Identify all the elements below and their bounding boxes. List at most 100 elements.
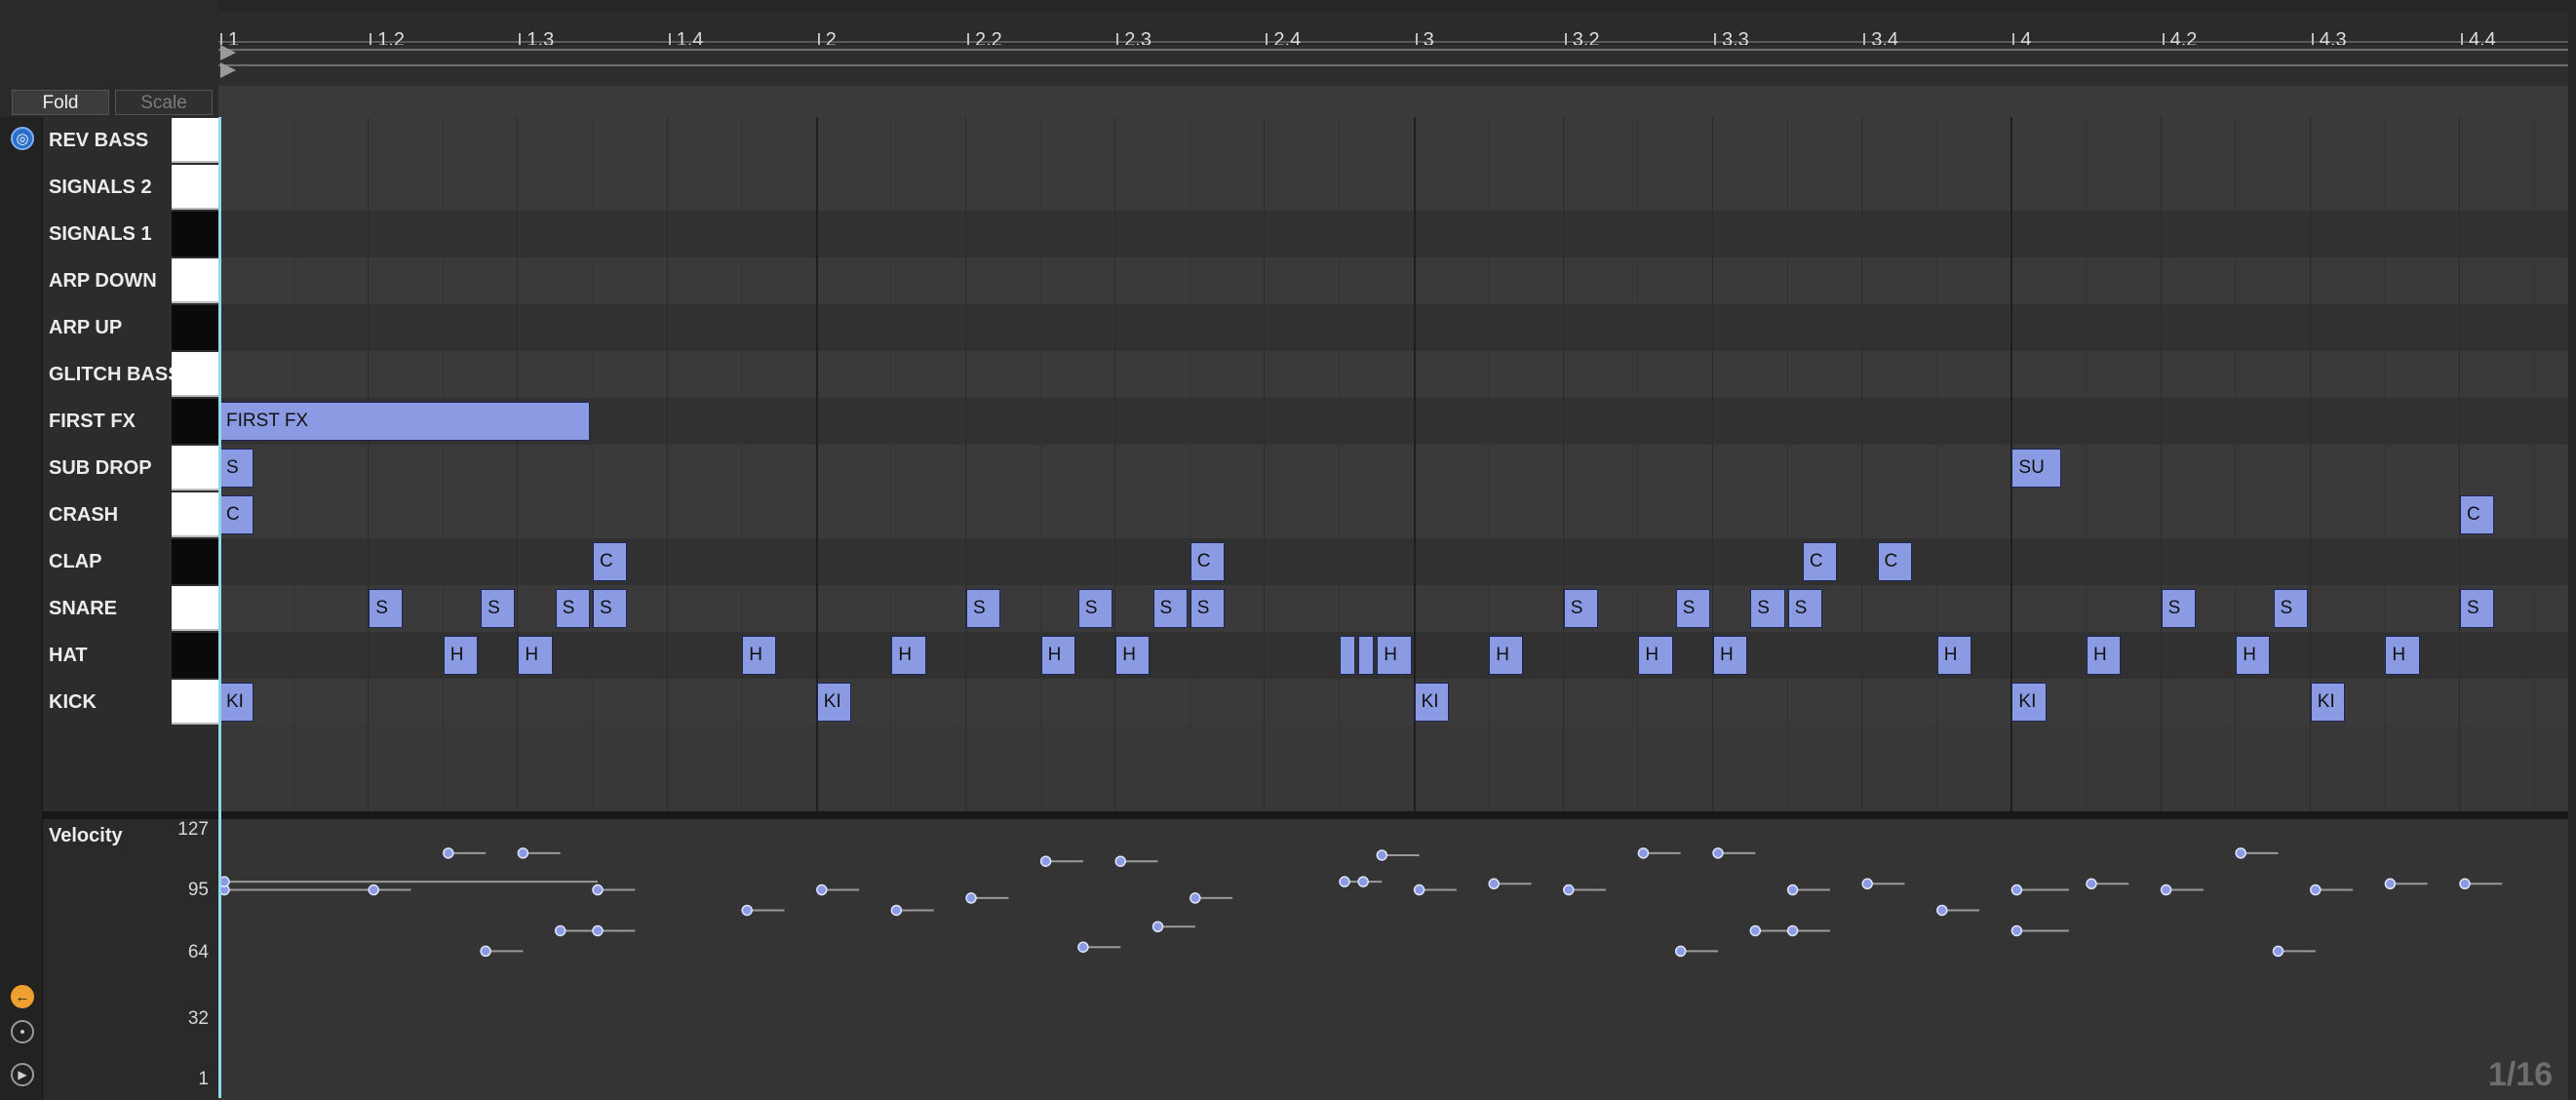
velocity-marker[interactable] xyxy=(741,904,753,917)
velocity-marker[interactable] xyxy=(517,847,529,859)
midi-note[interactable]: C xyxy=(1802,542,1838,581)
headphones-preview-icon[interactable]: ◎ xyxy=(11,127,34,150)
piano-key[interactable] xyxy=(172,492,218,537)
midi-note[interactable]: C xyxy=(2460,495,2495,534)
velocity-marker[interactable] xyxy=(1674,945,1687,958)
midi-note[interactable]: S xyxy=(1563,589,1599,628)
velocity-marker[interactable] xyxy=(1077,941,1089,953)
midi-note[interactable]: KI xyxy=(2310,683,2346,722)
midi-note[interactable]: S xyxy=(369,589,404,628)
midi-note[interactable]: KI xyxy=(219,683,254,722)
velocity-marker[interactable] xyxy=(1786,924,1799,937)
velocity-marker[interactable] xyxy=(1637,847,1650,859)
midi-note[interactable]: H xyxy=(2385,636,2420,675)
velocity-marker[interactable] xyxy=(1749,924,1762,937)
midi-note[interactable]: H xyxy=(1638,636,1673,675)
midi-note[interactable]: H xyxy=(891,636,926,675)
midi-note[interactable]: S xyxy=(1077,589,1113,628)
velocity-marker[interactable] xyxy=(2310,884,2322,896)
midi-note[interactable]: KI xyxy=(1414,683,1449,722)
velocity-marker[interactable] xyxy=(592,884,604,896)
midi-note[interactable]: H xyxy=(1936,636,1972,675)
velocity-marker[interactable] xyxy=(2459,878,2471,890)
velocity-marker[interactable] xyxy=(1936,904,1948,917)
piano-key[interactable] xyxy=(172,633,218,678)
velocity-splitter[interactable] xyxy=(43,811,2568,819)
midi-note[interactable]: FIRST FX xyxy=(219,402,590,441)
midi-note[interactable]: KI xyxy=(816,683,852,722)
velocity-marker[interactable] xyxy=(2010,924,2023,937)
midi-note[interactable]: H xyxy=(1713,636,1748,675)
velocity-marker[interactable] xyxy=(368,884,379,896)
midi-note[interactable]: S xyxy=(2161,589,2196,628)
midi-note[interactable]: S xyxy=(1787,589,1822,628)
velocity-marker[interactable] xyxy=(2160,884,2172,896)
velocity-marker[interactable] xyxy=(1114,855,1126,867)
piano-key[interactable] xyxy=(172,165,218,210)
velocity-marker[interactable] xyxy=(1357,876,1369,887)
midi-note[interactable]: H xyxy=(2236,636,2271,675)
velocity-marker[interactable] xyxy=(1151,921,1164,933)
velocity-marker[interactable] xyxy=(1861,878,1873,890)
loop-strip[interactable] xyxy=(218,45,2568,86)
midi-note[interactable]: C xyxy=(1877,542,1912,581)
velocity-marker[interactable] xyxy=(2010,884,2023,896)
velocity-marker[interactable] xyxy=(2086,878,2097,890)
play-preview-icon[interactable]: ▶ xyxy=(11,1063,34,1086)
velocity-marker[interactable] xyxy=(890,904,903,917)
scale-button[interactable]: Scale xyxy=(115,90,213,115)
midi-note[interactable]: S xyxy=(1190,589,1226,628)
velocity-marker[interactable] xyxy=(1339,876,1350,887)
midi-note[interactable] xyxy=(1358,636,1375,675)
velocity-marker[interactable] xyxy=(816,884,828,896)
midi-note[interactable]: C xyxy=(593,542,628,581)
midi-note[interactable]: S xyxy=(481,589,516,628)
grid-resolution[interactable]: 1/16 xyxy=(2488,1056,2553,1094)
midi-note[interactable]: KI xyxy=(2011,683,2047,722)
piano-key[interactable] xyxy=(172,212,218,256)
velocity-marker[interactable] xyxy=(443,847,454,859)
velocity-marker[interactable] xyxy=(1563,884,1575,896)
midi-note[interactable]: H xyxy=(1040,636,1075,675)
midi-note[interactable]: S xyxy=(219,449,254,488)
piano-key[interactable] xyxy=(172,399,218,444)
velocity-marker[interactable] xyxy=(1786,884,1799,896)
velocity-marker[interactable] xyxy=(2384,878,2397,890)
velocity-marker[interactable] xyxy=(480,945,491,958)
velocity-marker[interactable] xyxy=(1488,878,1500,890)
velocity-marker[interactable] xyxy=(2235,847,2246,859)
midi-note[interactable]: H xyxy=(518,636,553,675)
midi-note[interactable]: SU xyxy=(2011,449,2061,488)
midi-note[interactable] xyxy=(1340,636,1356,675)
midi-note[interactable]: S xyxy=(2460,589,2495,628)
midi-note[interactable]: H xyxy=(2087,636,2122,675)
piano-key[interactable] xyxy=(172,446,218,491)
midi-note[interactable]: C xyxy=(219,495,254,534)
midi-note[interactable]: S xyxy=(555,589,590,628)
draw-mode-icon[interactable]: • xyxy=(11,1020,34,1043)
loop-start-marker-icon[interactable] xyxy=(220,45,236,60)
piano-key[interactable] xyxy=(172,680,218,725)
velocity-marker[interactable] xyxy=(592,924,604,937)
velocity-marker[interactable] xyxy=(1712,847,1724,859)
piano-key[interactable] xyxy=(172,258,218,303)
velocity-lane[interactable]: 1/16 xyxy=(218,819,2568,1100)
velocity-marker[interactable] xyxy=(554,924,566,937)
midi-note[interactable]: S xyxy=(2273,589,2308,628)
fold-button[interactable]: Fold xyxy=(12,90,109,115)
midi-note[interactable]: S xyxy=(1675,589,1710,628)
midi-note[interactable]: H xyxy=(1115,636,1151,675)
velocity-marker[interactable] xyxy=(1190,892,1201,904)
piano-key[interactable] xyxy=(172,352,218,397)
fold-arrow-icon[interactable]: ← xyxy=(11,985,34,1008)
midi-note[interactable]: C xyxy=(1190,542,1226,581)
beat-ruler[interactable]: 1 1.2 1.3 1.4 2 2.2 2.3 2.4 3 3.2 3.3 3.4 4 4.2 4.3 4.4 xyxy=(218,12,2568,53)
note-grid[interactable]: FIRST FX S SU C C C C C C S S S S S S S S S S S S S S S H H H H H H H H… xyxy=(218,117,2568,811)
velocity-marker[interactable] xyxy=(965,892,977,904)
piano-key[interactable] xyxy=(172,118,218,163)
piano-key[interactable] xyxy=(172,586,218,631)
midi-note[interactable]: H xyxy=(1377,636,1412,675)
midi-note[interactable]: S xyxy=(1152,589,1188,628)
midi-note[interactable]: S xyxy=(966,589,1001,628)
velocity-marker[interactable] xyxy=(1039,855,1052,867)
